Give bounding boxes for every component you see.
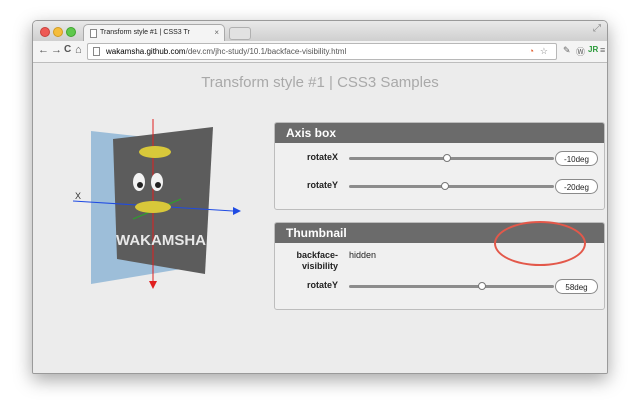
browser-window: Transform style #1 | CSS3 Tr × ⤢ ← → C ⌂…	[32, 20, 608, 374]
rotatex-row: rotateX -10deg	[275, 151, 604, 171]
rotatey-slider[interactable]	[349, 182, 554, 190]
reload-button[interactable]: C	[64, 44, 71, 55]
jr-icon[interactable]: JR	[588, 45, 598, 54]
page-icon	[90, 29, 97, 38]
fullscreen-icon[interactable]: ⤢	[593, 23, 601, 34]
menu-icon[interactable]: ≡	[600, 45, 605, 55]
right-eye	[151, 173, 163, 191]
left-pupil	[137, 182, 143, 188]
wordpress-icon[interactable]: Ⓦ	[576, 45, 585, 58]
home-button[interactable]: ⌂	[75, 44, 82, 56]
rotatey-label: rotateY	[306, 180, 338, 190]
thumbnail-rotatey-slider-thumb[interactable]	[478, 282, 487, 290]
new-tab-button[interactable]	[229, 27, 251, 40]
backface-value: hidden	[349, 250, 377, 260]
star-icon[interactable]: ☆	[540, 46, 548, 57]
tab-title: Transform style #1 | CSS3 Tr	[100, 29, 190, 36]
backface-label: backface-visibility	[296, 250, 338, 271]
maximize-window-button[interactable]	[66, 27, 76, 37]
hat	[139, 146, 171, 158]
mouth	[135, 201, 171, 213]
rotatey-value: -20deg	[555, 179, 598, 194]
close-window-button[interactable]	[40, 27, 50, 37]
rotatey-row: rotateY -20deg	[275, 179, 604, 199]
rotatex-value: -10deg	[555, 151, 598, 166]
thumbnail-rotatey-row: rotateY 58deg	[275, 279, 604, 299]
page-icon	[93, 47, 100, 56]
right-pupil	[155, 182, 161, 188]
y-axis-arrow	[149, 281, 157, 289]
rotatex-label: rotateX	[306, 152, 338, 162]
x-axis-arrow	[233, 207, 241, 215]
back-button[interactable]: ←	[38, 44, 49, 56]
panel-title: Axis box	[275, 123, 604, 143]
page-content: Transform style #1 | CSS3 Samples X WAKA…	[33, 64, 607, 373]
highlight-annotation	[494, 221, 586, 266]
address-bar[interactable]: wakamsha.github.com/dev.cm/jhc-study/10.…	[87, 43, 557, 60]
thumbnail-rotatey-value: 58deg	[555, 279, 598, 294]
logo-text: WAKAMSHA	[116, 232, 206, 249]
browser-tab[interactable]: Transform style #1 | CSS3 Tr ×	[83, 24, 225, 41]
close-tab-icon[interactable]: ×	[214, 28, 219, 37]
left-eye	[133, 173, 145, 191]
forward-button[interactable]: →	[51, 44, 62, 56]
url-host: wakamsha.github.com	[106, 47, 186, 56]
rotatex-slider[interactable]	[349, 154, 554, 162]
rotatex-slider-thumb[interactable]	[443, 154, 452, 162]
x-axis-label: X	[75, 191, 81, 201]
brush-icon[interactable]: ✎	[563, 45, 571, 56]
rotatey-slider-thumb[interactable]	[441, 182, 450, 190]
rotatey-label: rotateY	[306, 280, 338, 290]
title-bar: Transform style #1 | CSS3 Tr × ⤢	[33, 21, 607, 41]
minimize-window-button[interactable]	[53, 27, 63, 37]
thumbnail-rotatey-slider[interactable]	[349, 282, 554, 290]
3d-scene: X WAKAMSHA	[73, 119, 241, 289]
axis-box-panel: Axis box rotateX -10deg rotateY -20deg	[274, 122, 605, 210]
url-path: /dev.cm/jhc-study/10.1/backface-visibili…	[185, 47, 347, 56]
page-title: Transform style #1 | CSS3 Samples	[201, 74, 439, 91]
rss-icon[interactable]: ◔	[529, 46, 534, 56]
browser-toolbar: ← → C ⌂ wakamsha.github.com/dev.cm/jhc-s…	[33, 41, 607, 63]
